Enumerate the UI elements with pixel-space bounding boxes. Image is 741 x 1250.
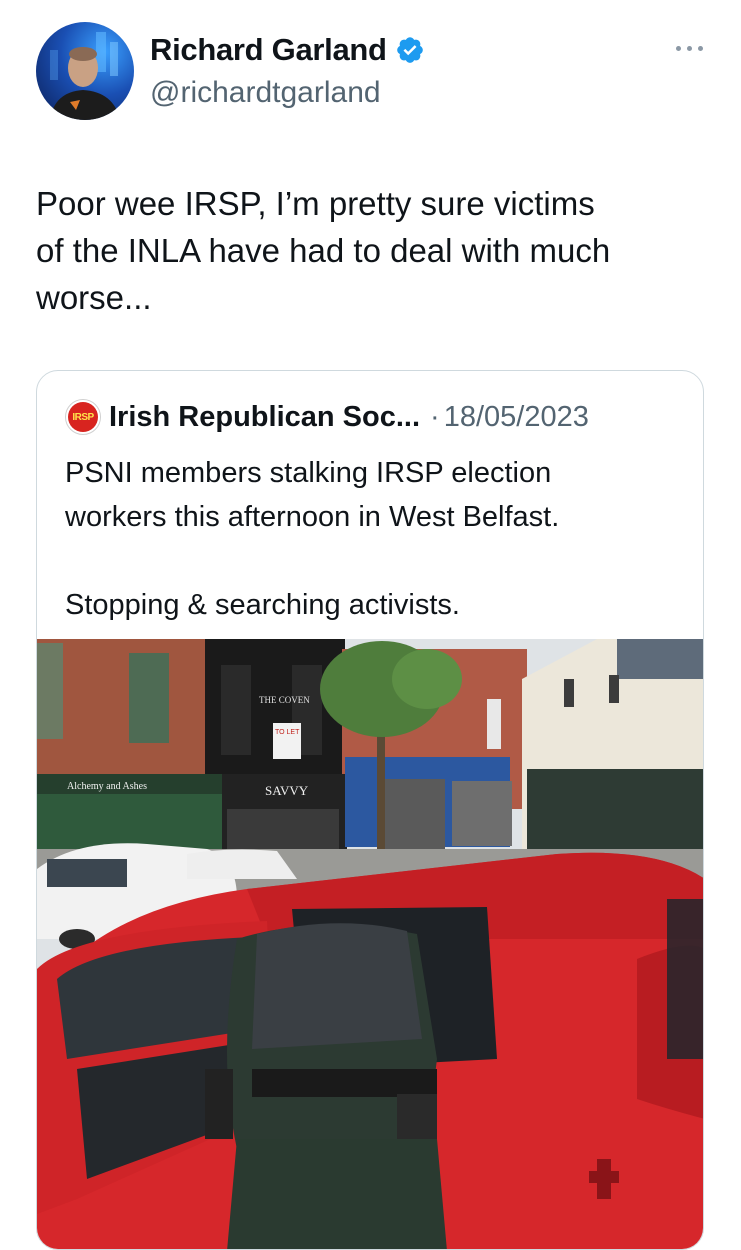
verified-badge-icon <box>396 37 423 63</box>
to-let-sign: TO LET <box>275 729 300 736</box>
irsp-logo-text: IRSP <box>68 402 98 432</box>
quoted-tweet-card[interactable]: IRSP Irish Republican Soc... · 18/05/202… <box>36 370 704 1250</box>
author-display-name[interactable]: Richard Garland <box>150 32 387 68</box>
shop-sign-left: Alchemy and Ashes <box>67 781 147 792</box>
more-dots-icon[interactable] <box>672 38 708 58</box>
quoted-separator: · <box>430 400 440 433</box>
quoted-date[interactable]: 18/05/2023 <box>444 401 589 434</box>
quoted-author-name[interactable]: Irish Republican Soc... <box>109 401 420 434</box>
coven-sign: THE COVEN <box>259 695 310 705</box>
author-handle[interactable]: @richardtgarland <box>150 76 381 110</box>
avatar-photo <box>50 32 120 120</box>
quoted-tweet-header: IRSP Irish Republican Soc... · 18/05/202… <box>65 399 589 435</box>
quoted-tweet-text: PSNI members stalking IRSP election work… <box>65 457 560 621</box>
tweet-text: Poor wee IRSP, I’m pretty sure victims o… <box>36 185 611 316</box>
street-scene-image: THE COVEN TO LET Alchemy and Ashes SAVVY <box>37 639 703 1249</box>
savvy-sign: SAVVY <box>265 783 309 798</box>
irsp-logo-icon: IRSP <box>65 399 101 435</box>
author-avatar[interactable] <box>36 22 134 120</box>
quoted-tweet-photo[interactable]: THE COVEN TO LET Alchemy and Ashes SAVVY <box>37 639 703 1249</box>
author-name-row: Richard Garland <box>150 32 425 68</box>
